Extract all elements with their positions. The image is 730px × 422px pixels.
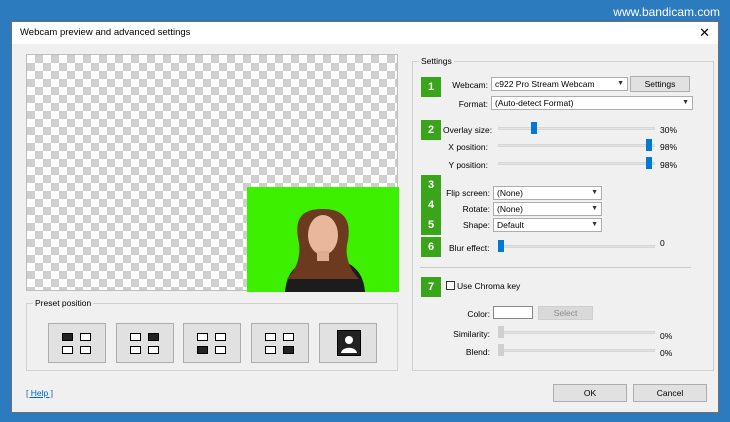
preset-top-left-button[interactable] — [48, 323, 106, 363]
y-position-slider-thumb[interactable] — [646, 157, 652, 169]
y-position-label: Y position: — [448, 160, 488, 170]
overlay-size-value: 30% — [660, 125, 678, 135]
shape-select[interactable]: Default ▼ — [493, 218, 602, 232]
preset-bottom-right-button[interactable] — [251, 323, 309, 363]
overlay-size-label: Overlay size: — [443, 125, 493, 135]
flip-screen-label: Flip screen: — [446, 188, 490, 198]
close-icon[interactable]: ✕ — [699, 22, 710, 44]
x-position-value: 98% — [660, 142, 678, 152]
blend-slider-track[interactable] — [498, 349, 655, 352]
blend-value: 0% — [660, 348, 673, 358]
blur-effect-slider-track[interactable] — [498, 245, 655, 248]
blur-effect-slider-thumb[interactable] — [498, 240, 504, 252]
webcam-settings-dialog: Webcam preview and advanced settings ✕ P… — [11, 21, 719, 413]
person-icon — [337, 330, 361, 356]
blur-effect-label: Blur effect: — [449, 243, 490, 253]
chevron-down-icon: ▼ — [617, 80, 624, 87]
preset-position-group: Preset position — [26, 298, 398, 371]
blend-slider-thumb[interactable] — [498, 344, 504, 356]
chevron-down-icon: ▼ — [591, 221, 598, 228]
similarity-slider-track[interactable] — [498, 331, 655, 334]
title-bar: Webcam preview and advanced settings ✕ — [12, 22, 718, 44]
badge-6: 6 — [421, 237, 441, 257]
shape-label: Shape: — [463, 220, 490, 230]
preset-position-title: Preset position — [33, 298, 94, 308]
preset-full-button[interactable] — [319, 323, 377, 363]
color-select-button[interactable]: Select — [538, 306, 593, 320]
blend-label: Blend: — [465, 347, 490, 357]
webcam-settings-button[interactable]: Settings — [630, 76, 690, 92]
chroma-key-checkbox[interactable] — [446, 281, 455, 290]
settings-title: Settings — [419, 56, 454, 66]
similarity-label: Similarity: — [453, 329, 490, 339]
badge-7: 7 — [421, 277, 441, 297]
y-position-slider-track[interactable] — [498, 162, 655, 165]
format-label: Format: — [458, 99, 488, 109]
color-swatch — [493, 306, 533, 319]
overlay-size-slider-track[interactable] — [498, 127, 655, 130]
help-link[interactable]: [ Help ] — [26, 388, 53, 398]
flip-screen-select[interactable]: (None) ▼ — [493, 186, 602, 200]
preset-top-right-button[interactable] — [116, 323, 174, 363]
person-image — [285, 209, 365, 292]
chevron-down-icon: ▼ — [682, 99, 689, 106]
webcam-select[interactable]: c922 Pro Stream Webcam ▼ — [491, 77, 628, 91]
cancel-button[interactable]: Cancel — [633, 384, 707, 402]
ok-button[interactable]: OK — [553, 384, 627, 402]
webcam-preview — [26, 54, 399, 292]
preset-bottom-left-button[interactable] — [183, 323, 241, 363]
chevron-down-icon: ▼ — [591, 205, 598, 212]
blur-effect-value: 0 — [660, 238, 665, 248]
x-position-slider-thumb[interactable] — [646, 139, 652, 151]
settings-divider — [420, 267, 691, 268]
similarity-slider-thumb[interactable] — [498, 326, 504, 338]
format-select[interactable]: (Auto-detect Format) ▼ — [491, 96, 693, 110]
chevron-down-icon: ▼ — [591, 189, 598, 196]
rotate-select[interactable]: (None) ▼ — [493, 202, 602, 216]
overlay-size-slider-thumb[interactable] — [531, 122, 537, 134]
x-position-slider-track[interactable] — [498, 144, 655, 147]
webcam-label: Webcam: — [452, 80, 488, 90]
x-position-label: X position: — [448, 142, 488, 152]
badge-1: 1 — [421, 77, 441, 97]
color-label: Color: — [467, 309, 490, 319]
rotate-label: Rotate: — [462, 204, 490, 214]
y-position-value: 98% — [660, 160, 678, 170]
chroma-key-label[interactable]: Use Chroma key — [457, 281, 520, 291]
similarity-value: 0% — [660, 331, 673, 341]
watermark: www.bandicam.com — [613, 5, 720, 19]
webcam-overlay[interactable] — [247, 187, 399, 292]
window-title: Webcam preview and advanced settings — [20, 27, 191, 38]
badge-2: 2 — [421, 120, 441, 140]
